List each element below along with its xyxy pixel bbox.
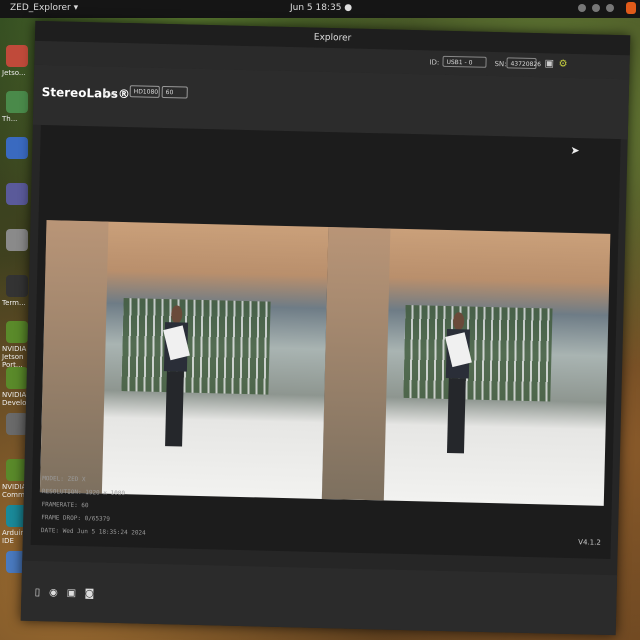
resolution-select[interactable]: HD1080 bbox=[129, 85, 160, 98]
dock-app-icon[interactable] bbox=[6, 183, 28, 205]
left-camera-view bbox=[39, 220, 329, 499]
explorer-window: Explorer ID: USB1 - 0 SN: 43720826 ▣ ⚙ S… bbox=[20, 20, 631, 636]
power-icon[interactable] bbox=[626, 2, 636, 14]
fps-select[interactable]: 60 bbox=[161, 85, 188, 99]
mouse-cursor-icon: ➤ bbox=[570, 143, 580, 158]
dock-app-icon[interactable] bbox=[6, 229, 28, 251]
serial-label: SN: bbox=[494, 60, 507, 69]
camera-id-select[interactable]: USB1 - 0 bbox=[442, 55, 487, 68]
network-icon[interactable] bbox=[578, 4, 586, 12]
camera-info-panel: MODEL: ZED X RESOLUTION: 1920 x 1080 FRA… bbox=[41, 472, 147, 540]
stream-icon[interactable]: ◉ bbox=[47, 587, 59, 599]
dock-app-icon[interactable] bbox=[6, 91, 28, 113]
dock-app-icon[interactable] bbox=[6, 321, 28, 343]
screenshot-icon[interactable]: ▣ bbox=[544, 58, 554, 69]
file-icon[interactable]: ▯ bbox=[31, 587, 43, 599]
live-mode-label: LIVE bbox=[103, 90, 117, 98]
system-clock[interactable]: Jun 5 18:35 ● bbox=[290, 3, 352, 13]
right-camera-view bbox=[321, 227, 611, 506]
dock-app-icon[interactable] bbox=[6, 367, 28, 389]
version-label: V4.1.2 bbox=[578, 538, 601, 547]
settings-gear-icon[interactable]: ⚙ bbox=[558, 59, 567, 70]
system-top-bar: ZED_Explorer ▾ Jun 5 18:35 ● bbox=[0, 0, 640, 18]
stereo-frame bbox=[39, 220, 611, 506]
stereolabs-logo: StereoLabs® bbox=[41, 84, 131, 102]
record-icon[interactable]: ▣ bbox=[65, 588, 77, 600]
dock-app-icon[interactable] bbox=[6, 45, 28, 67]
window-title: Explorer bbox=[313, 32, 352, 44]
dock-app-icon[interactable] bbox=[6, 275, 28, 297]
serial-value: 43720826 bbox=[506, 57, 541, 70]
camera-id-label: ID: bbox=[429, 58, 440, 67]
camera-snapshot-icon[interactable]: ◙ bbox=[83, 588, 95, 600]
battery-icon[interactable] bbox=[606, 4, 614, 12]
dock-app-icon[interactable] bbox=[6, 137, 28, 159]
volume-icon[interactable] bbox=[592, 4, 600, 12]
info-date: DATE: Wed Jun 5 18:35:24 2024 bbox=[40, 527, 146, 537]
video-viewer[interactable]: ➤ MODEL: ZED X RESOLUTION: 1920 x 1080 F… bbox=[30, 124, 621, 560]
active-app-menu[interactable]: ZED_Explorer ▾ bbox=[10, 3, 78, 13]
